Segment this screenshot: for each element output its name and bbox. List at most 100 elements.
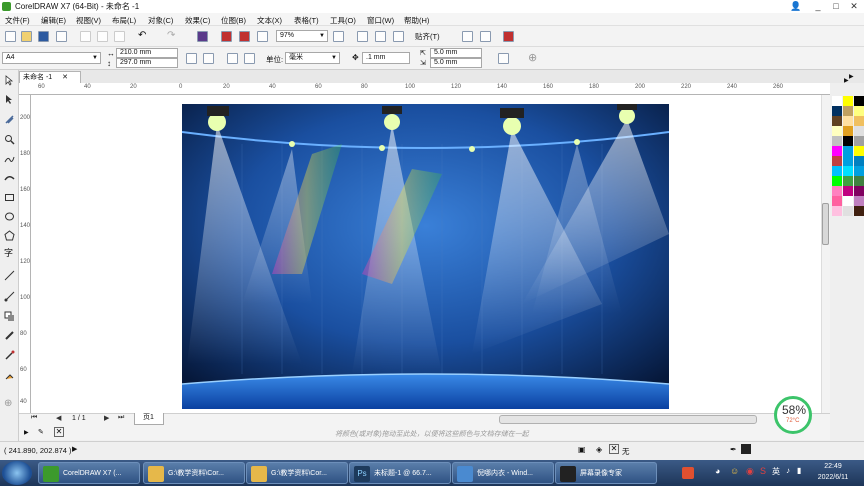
- show-rulers-icon[interactable]: [357, 31, 368, 42]
- palette-swatch[interactable]: [843, 166, 853, 176]
- units-select[interactable]: 毫米 ▼: [285, 52, 340, 64]
- maximize-button[interactable]: □: [828, 0, 844, 12]
- add-tool-icon[interactable]: ⊕: [4, 398, 15, 409]
- show-grid-icon[interactable]: [375, 31, 386, 42]
- palette-swatch[interactable]: [843, 156, 853, 166]
- palette-swatch[interactable]: [832, 176, 842, 186]
- palette-swatch[interactable]: [854, 206, 864, 216]
- palette-swatch[interactable]: [854, 146, 864, 156]
- undo-icon[interactable]: ↶: [138, 30, 146, 41]
- import-icon[interactable]: [221, 31, 232, 42]
- palette-swatch[interactable]: [854, 96, 864, 106]
- palette-swatch[interactable]: [843, 206, 853, 216]
- current-page-icon[interactable]: [244, 53, 255, 64]
- start-button[interactable]: [2, 461, 32, 485]
- palette-swatch[interactable]: [832, 136, 842, 146]
- palette-swatch[interactable]: [832, 106, 842, 116]
- page-height-field[interactable]: 297.0 mm: [116, 58, 178, 68]
- menu-layout[interactable]: 布局(L): [112, 15, 136, 26]
- menu-edit[interactable]: 编辑(E): [41, 15, 66, 26]
- palette-swatch[interactable]: [854, 186, 864, 196]
- page-nav-first-icon[interactable]: ⏮: [31, 414, 37, 422]
- tray-logo-icon[interactable]: ◉: [746, 466, 754, 477]
- connector-tool-icon[interactable]: [4, 291, 15, 302]
- transparency-tool-icon[interactable]: [4, 330, 15, 341]
- menu-table[interactable]: 表格(T): [294, 15, 319, 26]
- align-guidelines-icon[interactable]: [480, 31, 491, 42]
- parallel-dimension-tool-icon[interactable]: [4, 270, 15, 281]
- vertical-scroll-thumb[interactable]: [822, 203, 829, 245]
- palette-swatch[interactable]: [843, 126, 853, 136]
- text-tool-icon[interactable]: 字: [4, 248, 15, 259]
- page-nav-next-icon[interactable]: ▶: [104, 414, 109, 422]
- taskbar-item-folder-2[interactable]: G:\教学资料\Cor...: [246, 462, 348, 484]
- paste-icon[interactable]: [114, 31, 125, 42]
- polygon-tool-icon[interactable]: [4, 230, 15, 241]
- full-screen-icon[interactable]: [333, 31, 344, 42]
- portrait-icon[interactable]: [186, 53, 197, 64]
- palette-swatch[interactable]: [832, 196, 842, 206]
- palette-swatch[interactable]: [854, 166, 864, 176]
- cut-icon[interactable]: [80, 31, 91, 42]
- palette-swatch[interactable]: [832, 166, 842, 176]
- palette-swatch[interactable]: [854, 156, 864, 166]
- ellipse-tool-icon[interactable]: [4, 211, 15, 222]
- palette-swatch[interactable]: [843, 186, 853, 196]
- palette-swatch[interactable]: [843, 146, 853, 156]
- document-tab[interactable]: 未命名 -1 ✕: [19, 71, 81, 83]
- export-icon[interactable]: [239, 31, 250, 42]
- minimize-button[interactable]: _: [810, 0, 826, 12]
- palette-swatch[interactable]: [843, 116, 853, 126]
- tab-list-arrow-icon[interactable]: ▶: [849, 73, 854, 80]
- close-button[interactable]: ✕: [846, 0, 862, 12]
- print-icon[interactable]: [56, 31, 67, 42]
- palette-arrow-icon[interactable]: ▶: [844, 77, 849, 84]
- stage-background-image[interactable]: [182, 104, 669, 409]
- menu-window[interactable]: 窗口(W): [367, 15, 394, 26]
- palette-swatch[interactable]: [854, 106, 864, 116]
- save-icon[interactable]: [38, 31, 49, 42]
- search-content-icon[interactable]: [197, 31, 208, 42]
- freehand-tool-icon[interactable]: [4, 154, 15, 165]
- landscape-icon[interactable]: [203, 53, 214, 64]
- open-folder-icon[interactable]: [21, 31, 32, 42]
- vertical-scrollbar[interactable]: [821, 95, 830, 413]
- show-guidelines-icon[interactable]: [393, 31, 404, 42]
- rectangle-tool-icon[interactable]: [4, 192, 15, 203]
- palette-swatch[interactable]: [854, 196, 864, 206]
- menu-effects[interactable]: 效果(C): [185, 15, 210, 26]
- palette-swatch[interactable]: [843, 136, 853, 146]
- taskbar-item-folder-1[interactable]: G:\教学资料\Cor...: [143, 462, 245, 484]
- pick-tool-icon[interactable]: [4, 75, 15, 86]
- clock-date[interactable]: 2022/6/11: [808, 474, 858, 481]
- drop-shadow-tool-icon[interactable]: [4, 311, 15, 322]
- palette-swatch[interactable]: [854, 116, 864, 126]
- snap-to-menu[interactable]: 贴齐(T): [415, 31, 440, 42]
- taskbar-item-screen-recorder[interactable]: 屏幕录像专家: [555, 462, 657, 484]
- no-fill-swatch-icon[interactable]: ✕: [54, 427, 64, 437]
- zoom-tool-icon[interactable]: [4, 134, 15, 145]
- horizontal-scrollbar[interactable]: [499, 415, 757, 424]
- palette-swatch[interactable]: [832, 116, 842, 126]
- color-eyedropper-tool-icon[interactable]: [4, 350, 15, 361]
- close-tab-icon[interactable]: ✕: [62, 74, 68, 81]
- page-nav-last-icon[interactable]: ⏭: [118, 414, 124, 422]
- nudge-distance-field[interactable]: .1 mm: [362, 52, 410, 64]
- palette-swatch[interactable]: [832, 186, 842, 196]
- palette-swatch[interactable]: [832, 146, 842, 156]
- duplicate-y-field[interactable]: 5.0 mm: [430, 58, 482, 68]
- add-icon[interactable]: ⊕: [528, 51, 537, 64]
- copy-icon[interactable]: [97, 31, 108, 42]
- options-icon[interactable]: [462, 31, 473, 42]
- crop-tool-icon[interactable]: [4, 114, 15, 125]
- duplicate-x-field[interactable]: 5.0 mm: [430, 48, 482, 58]
- menu-text[interactable]: 文本(X): [257, 15, 282, 26]
- launch-app-icon[interactable]: [503, 31, 514, 42]
- menu-file[interactable]: 文件(F): [5, 15, 30, 26]
- redo-icon[interactable]: ↷: [167, 30, 175, 41]
- palette-expand-icon[interactable]: ▶: [24, 429, 29, 436]
- eyedropper-icon[interactable]: ✎: [38, 428, 44, 436]
- artistic-media-tool-icon[interactable]: [4, 173, 15, 184]
- page-size-select[interactable]: A4 ▼: [2, 52, 101, 64]
- shape-tool-icon[interactable]: [4, 94, 15, 105]
